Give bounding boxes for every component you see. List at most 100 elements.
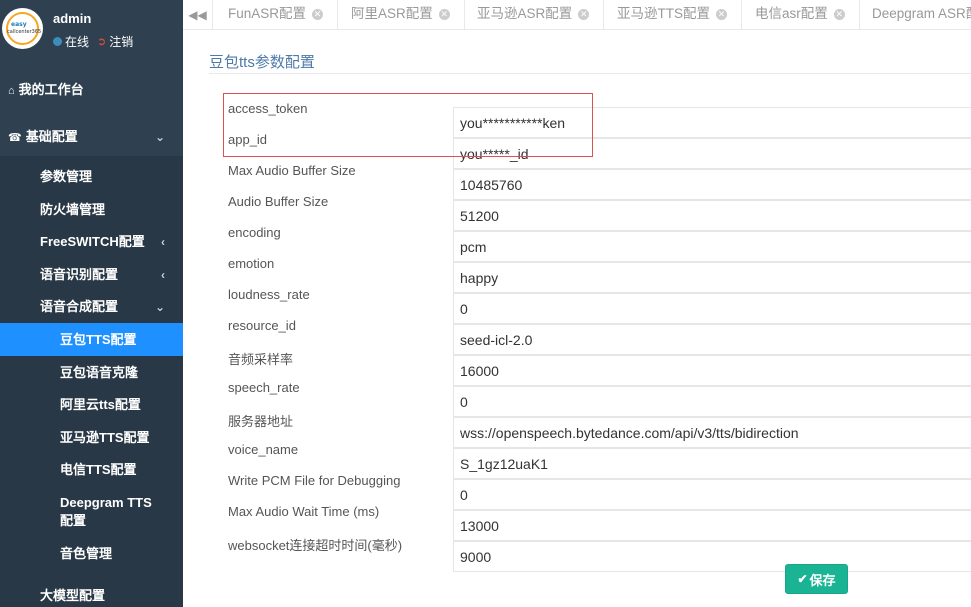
check-icon: ✔ [797,572,808,586]
online-status-icon [53,37,62,46]
sidebar-item-voice-manage[interactable]: 音色管理 [0,545,183,563]
field-label: resource_id [228,318,296,333]
form-row: voice_name [183,442,971,479]
sidebar-item-label: 亚马逊TTS配置 [60,430,150,445]
tab-scroll-left-button[interactable]: ◀◀ [183,0,213,29]
sidebar-item-doubao-tts[interactable]: 豆包TTS配置 [0,323,183,356]
tab-amazon-asr[interactable]: 亚马逊ASR配置 ✕ [463,0,605,29]
form-row: websocket连接超时时间(毫秒) [183,535,971,572]
sidebar-item-label: 阿里云tts配置 [60,397,141,412]
sidebar-item-tts[interactable]: 语音合成配置 ⌄ [0,298,183,316]
field-label: Max Audio Buffer Size [228,163,356,178]
field-input[interactable] [453,541,971,572]
field-label: Write PCM File for Debugging [228,473,401,488]
form-row: Audio Buffer Size [183,194,971,231]
avatar[interactable]: easy callcenter365 [2,8,43,49]
divider [209,73,971,74]
chevron-down-icon: ⌄ [154,300,165,314]
close-icon[interactable]: ✕ [312,9,324,20]
tab-label: 亚马逊TTS配置 [617,6,710,21]
sidebar-item-label: 大模型配置 [40,588,106,603]
field-label: encoding [228,225,281,240]
tab-funasr[interactable]: FunASR配置 ✕ [214,0,339,29]
form-row: 服务器地址 [183,411,971,448]
form-row: Max Audio Wait Time (ms) [183,504,971,541]
logo-text-brand: callcenter365 [7,29,42,35]
field-label: 音频采样率 [228,352,294,367]
form-row: encoding [183,225,971,262]
sidebar-item-label: Deepgram TTS [60,495,152,510]
form-row: 音频采样率 [183,349,971,386]
sidebar-item-params[interactable]: 参数管理 [0,168,183,186]
sidebar-item-label: FreeSWITCH配置 [40,234,145,249]
sidebar-item-label-line2: 配置 [60,513,87,528]
field-label: emotion [228,256,275,271]
chevron-down-icon: ⌄ [154,130,165,144]
tab-bar: ◀◀ FunASR配置 ✕ 阿里ASR配置 ✕ 亚马逊ASR配置 ✕ 亚马逊TTS配置… [183,0,971,30]
sidebar-item-llm-config[interactable]: 大模型配置 [0,587,183,605]
sidebar-item-label: 豆包TTS配置 [60,332,137,347]
username: admin [53,11,92,26]
sidebar-item-freeswitch[interactable]: FreeSWITCH配置 ‹ [0,233,183,251]
sidebar-item-aliyun-tts[interactable]: 阿里云tts配置 [0,396,183,414]
config-icon: ☎ [8,132,22,144]
tab-ali-asr[interactable]: 阿里ASR配置 ✕ [337,0,465,29]
tab-deepgram-asr[interactable]: Deepgram ASR配 [858,0,971,29]
field-label: app_id [228,132,268,147]
field-label: loudness_rate [228,287,310,302]
sidebar-item-label: 语音合成配置 [40,299,119,314]
sidebar-item-deepgram-tts[interactable]: Deepgram TTS 配置 [0,494,183,530]
close-icon[interactable]: ✕ [438,9,450,20]
sidebar-item-amazon-tts[interactable]: 亚马逊TTS配置 [0,429,183,447]
form-row: Max Audio Buffer Size [183,163,971,200]
sidebar: easy callcenter365 admin 在线 ➲ 注销 ⌂ 我的工作台 … [0,0,183,607]
status-line: 在线 ➲ 注销 [53,33,133,50]
tab-amazon-tts[interactable]: 亚马逊TTS配置 ✕ [603,0,742,29]
save-button[interactable]: ✔ 保存 [785,564,848,594]
chevron-left-icon: ‹ [161,235,165,249]
sidebar-item-label: 我的工作台 [18,82,84,97]
sidebar-item-doubao-clone[interactable]: 豆包语音克隆 [0,364,183,382]
form-row: access_token [183,101,971,138]
tab-telecom-asr[interactable]: 电信asr配置 ✕ [741,0,860,29]
sidebar-item-label: 参数管理 [40,169,93,184]
sidebar-item-label: 防火墙管理 [40,202,106,217]
sidebar-item-label: 基础配置 [25,129,78,144]
sidebar-item-label: 豆包语音克隆 [60,365,139,380]
field-label: access_token [228,101,308,116]
form-row: Write PCM File for Debugging [183,473,971,510]
close-icon[interactable]: ✕ [716,9,727,20]
page-title: 豆包tts参数配置 [209,54,315,71]
field-label: Max Audio Wait Time (ms) [228,504,380,519]
sidebar-item-label: 语音识别配置 [40,267,119,282]
sidebar-item-firewall[interactable]: 防火墙管理 [0,201,183,219]
chevron-left-icon: ‹ [161,268,165,282]
form-row: loudness_rate [183,287,971,324]
close-icon[interactable]: ✕ [833,9,845,20]
sidebar-item-workspace[interactable]: ⌂ 我的工作台 [0,81,183,99]
sidebar-item-label: 电信TTS配置 [60,462,137,477]
form-row: app_id [183,132,971,169]
close-icon[interactable]: ✕ [578,9,590,20]
main-content: 豆包tts参数配置 access_token app_id Max Audio Bu… [183,31,971,607]
save-button-label: 保存 [809,572,836,588]
field-label: voice_name [228,442,299,457]
form-row: resource_id [183,318,971,355]
sidebar-item-label: 音色管理 [60,546,113,561]
double-chevron-left-icon: ◀◀ [188,8,207,22]
home-icon: ⌂ [8,85,15,97]
tab-label: FunASR配置 [228,6,307,21]
logout-icon[interactable]: ➲ [97,35,106,48]
sidebar-item-asr[interactable]: 语音识别配置 ‹ [0,266,183,284]
tab-label: Deepgram ASR配 [872,6,971,21]
field-label: 服务器地址 [228,414,294,429]
tab-label: 阿里ASR配置 [351,6,433,21]
logout-link[interactable]: 注销 [109,33,133,50]
tab-label: 亚马逊ASR配置 [477,6,573,21]
sidebar-item-telecom-tts[interactable]: 电信TTS配置 [0,461,183,479]
field-label: websocket连接超时时间(毫秒) [228,538,403,553]
field-label: speech_rate [228,380,300,395]
sidebar-item-basic-config[interactable]: ☎ 基础配置 ⌄ [0,128,183,146]
form-row: speech_rate [183,380,971,417]
online-status-text: 在线 [65,35,90,49]
